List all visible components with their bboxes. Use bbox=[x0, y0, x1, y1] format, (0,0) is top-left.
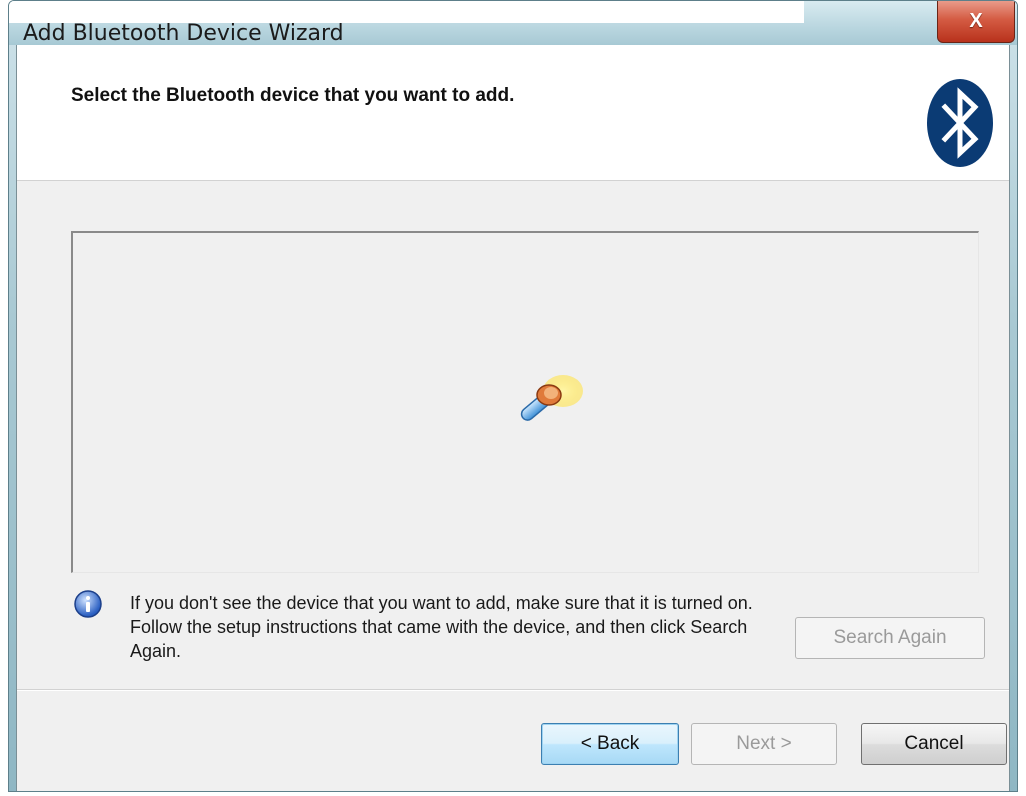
searching-flashlight-icon bbox=[520, 375, 583, 421]
search-again-button[interactable]: Search Again bbox=[795, 617, 985, 659]
title-bar[interactable]: Add Bluetooth Device Wizard X bbox=[9, 1, 1017, 46]
wizard-window: Add Bluetooth Device Wizard X Select the… bbox=[8, 0, 1018, 792]
close-icon: X bbox=[969, 10, 983, 32]
wizard-client-area: Select the Bluetooth device that you wan… bbox=[16, 45, 1010, 791]
footer-divider bbox=[17, 689, 1009, 691]
page-title: Select the Bluetooth device that you wan… bbox=[71, 85, 515, 106]
cancel-button[interactable]: Cancel bbox=[861, 723, 1007, 765]
bluetooth-logo-icon bbox=[927, 79, 993, 167]
info-icon bbox=[74, 590, 102, 618]
info-message: If you don't see the device that you wan… bbox=[130, 593, 753, 661]
next-button[interactable]: Next > bbox=[691, 723, 837, 765]
title-bar-overlay bbox=[9, 1, 804, 23]
wizard-header: Select the Bluetooth device that you wan… bbox=[17, 45, 1009, 181]
back-button[interactable]: < Back bbox=[541, 723, 679, 765]
close-button[interactable]: X bbox=[937, 1, 1015, 43]
window-title: Add Bluetooth Device Wizard bbox=[23, 21, 344, 46]
device-list[interactable] bbox=[71, 231, 979, 573]
